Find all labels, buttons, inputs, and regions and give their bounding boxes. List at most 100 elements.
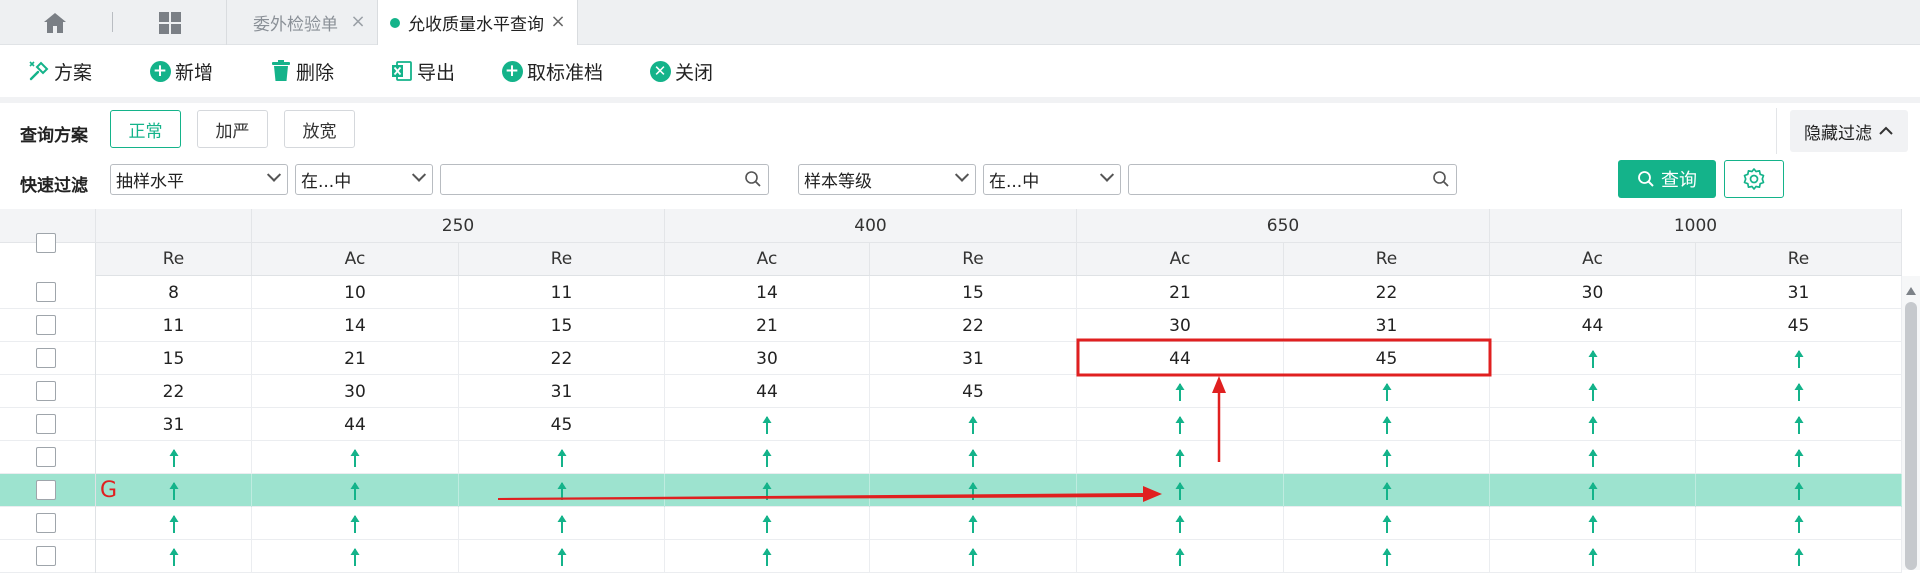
plan-button[interactable]: 方案 bbox=[28, 58, 92, 84]
table-cell[interactable]: 22 bbox=[870, 309, 1077, 342]
arrow-up-icon[interactable] bbox=[459, 507, 665, 540]
filter-value-input-1[interactable] bbox=[440, 164, 769, 195]
vertical-scrollbar[interactable] bbox=[1902, 276, 1920, 570]
table-row[interactable]: 15 21 22 30 31 44 45 bbox=[0, 342, 1902, 375]
filter-field-select-1[interactable]: 抽样水平 bbox=[110, 164, 288, 195]
arrow-up-icon[interactable] bbox=[459, 540, 665, 573]
table-cell[interactable]: 21 bbox=[252, 342, 459, 375]
arrow-up-icon[interactable] bbox=[870, 408, 1077, 441]
table-cell[interactable]: 22 bbox=[1284, 276, 1490, 309]
arrow-up-icon[interactable] bbox=[1696, 375, 1902, 408]
arrow-up-icon[interactable] bbox=[1696, 540, 1902, 573]
grid-icon[interactable] bbox=[158, 11, 182, 35]
arrow-up-icon[interactable] bbox=[96, 474, 252, 507]
scheme-reduced-button[interactable]: 放宽 bbox=[284, 110, 355, 148]
filter-operator-select-1[interactable]: 在...中 bbox=[295, 164, 433, 195]
arrow-up-icon[interactable] bbox=[459, 441, 665, 474]
table-cell[interactable]: 31 bbox=[1696, 276, 1902, 309]
arrow-up-icon[interactable] bbox=[1696, 474, 1902, 507]
table-row-selected[interactable]: G bbox=[0, 474, 1902, 507]
arrow-up-icon[interactable] bbox=[1490, 441, 1696, 474]
table-row[interactable]: 22 30 31 44 45 bbox=[0, 375, 1902, 408]
arrow-up-icon[interactable] bbox=[1284, 408, 1490, 441]
arrow-up-icon[interactable] bbox=[1696, 408, 1902, 441]
table-row[interactable]: 11 14 15 21 22 30 31 44 45 bbox=[0, 309, 1902, 342]
home-icon[interactable] bbox=[42, 11, 68, 35]
table-cell[interactable]: 30 bbox=[1490, 276, 1696, 309]
row-checkbox[interactable] bbox=[36, 315, 56, 335]
arrow-up-icon[interactable] bbox=[1284, 507, 1490, 540]
arrow-up-icon[interactable] bbox=[1284, 441, 1490, 474]
table-cell[interactable]: 15 bbox=[96, 342, 252, 375]
table-cell[interactable]: 30 bbox=[252, 375, 459, 408]
tab-outsource-inspection[interactable]: 委外检验单 × bbox=[227, 0, 377, 45]
row-checkbox[interactable] bbox=[36, 348, 56, 368]
hide-filter-button[interactable]: 隐藏过滤 bbox=[1790, 110, 1908, 152]
row-checkbox[interactable] bbox=[36, 414, 56, 434]
table-row[interactable] bbox=[0, 507, 1902, 540]
scroll-thumb[interactable] bbox=[1905, 302, 1917, 570]
table-cell[interactable]: 45 bbox=[870, 375, 1077, 408]
tab-aql-query[interactable]: 允收质量水平查询 × bbox=[377, 0, 578, 45]
arrow-up-icon[interactable] bbox=[1490, 507, 1696, 540]
filter-value-input-2[interactable] bbox=[1128, 164, 1457, 195]
table-cell[interactable]: 30 bbox=[665, 342, 870, 375]
arrow-up-icon[interactable] bbox=[252, 507, 459, 540]
arrow-up-icon[interactable] bbox=[1284, 375, 1490, 408]
table-cell[interactable]: 45 bbox=[1284, 342, 1490, 375]
add-button[interactable]: + 新增 bbox=[149, 58, 213, 84]
table-row[interactable]: 8 10 11 14 15 21 22 30 31 bbox=[0, 276, 1902, 309]
arrow-up-icon[interactable] bbox=[1490, 375, 1696, 408]
table-cell[interactable]: 14 bbox=[252, 309, 459, 342]
row-checkbox[interactable] bbox=[36, 513, 56, 533]
table-cell[interactable]: 45 bbox=[459, 408, 665, 441]
table-cell[interactable]: 31 bbox=[870, 342, 1077, 375]
table-cell[interactable]: 44 bbox=[1490, 309, 1696, 342]
close-button[interactable]: ✕ 关闭 bbox=[649, 58, 713, 84]
arrow-up-icon[interactable] bbox=[1696, 507, 1902, 540]
table-cell[interactable]: 11 bbox=[459, 276, 665, 309]
table-cell[interactable]: 14 bbox=[665, 276, 870, 309]
scheme-normal-button[interactable]: 正常 bbox=[110, 110, 181, 148]
arrow-up-icon[interactable] bbox=[1490, 408, 1696, 441]
arrow-up-icon[interactable] bbox=[1696, 342, 1902, 375]
scheme-tightened-button[interactable]: 加严 bbox=[197, 110, 268, 148]
arrow-up-icon[interactable] bbox=[96, 441, 252, 474]
query-button[interactable]: 查询 bbox=[1618, 160, 1716, 198]
table-cell[interactable]: 31 bbox=[459, 375, 665, 408]
arrow-up-icon[interactable] bbox=[870, 441, 1077, 474]
table-row[interactable] bbox=[0, 540, 1902, 573]
arrow-up-icon[interactable] bbox=[665, 474, 870, 507]
arrow-up-icon[interactable] bbox=[665, 507, 870, 540]
arrow-up-icon[interactable] bbox=[1490, 474, 1696, 507]
arrow-up-icon[interactable] bbox=[1284, 540, 1490, 573]
arrow-up-icon[interactable] bbox=[665, 540, 870, 573]
arrow-up-icon[interactable] bbox=[1077, 408, 1284, 441]
table-cell[interactable]: 10 bbox=[252, 276, 459, 309]
table-cell[interactable]: 8 bbox=[96, 276, 252, 309]
delete-button[interactable]: 删除 bbox=[270, 58, 334, 84]
arrow-up-icon[interactable] bbox=[252, 474, 459, 507]
arrow-up-icon[interactable] bbox=[1490, 540, 1696, 573]
arrow-up-icon[interactable] bbox=[96, 507, 252, 540]
row-checkbox[interactable] bbox=[36, 546, 56, 566]
settings-button[interactable] bbox=[1724, 160, 1784, 198]
arrow-up-icon[interactable] bbox=[1077, 540, 1284, 573]
arrow-up-icon[interactable] bbox=[1696, 441, 1902, 474]
filter-field-select-2[interactable]: 样本等级 bbox=[798, 164, 976, 195]
table-cell[interactable]: 31 bbox=[96, 408, 252, 441]
table-cell[interactable]: 15 bbox=[459, 309, 665, 342]
close-icon[interactable]: × bbox=[549, 11, 567, 32]
export-button[interactable]: 导出 bbox=[391, 58, 455, 84]
filter-operator-select-2[interactable]: 在...中 bbox=[983, 164, 1121, 195]
arrow-up-icon[interactable] bbox=[1077, 375, 1284, 408]
arrow-up-icon[interactable] bbox=[1490, 342, 1696, 375]
arrow-up-icon[interactable] bbox=[665, 441, 870, 474]
table-cell[interactable]: 21 bbox=[665, 309, 870, 342]
table-cell[interactable]: 22 bbox=[459, 342, 665, 375]
cancel-standard-button[interactable]: + 取标准档 bbox=[501, 58, 603, 84]
arrow-up-icon[interactable] bbox=[870, 474, 1077, 507]
table-row[interactable]: 31 44 45 bbox=[0, 408, 1902, 441]
row-checkbox[interactable] bbox=[36, 381, 56, 401]
row-checkbox[interactable] bbox=[36, 480, 56, 500]
